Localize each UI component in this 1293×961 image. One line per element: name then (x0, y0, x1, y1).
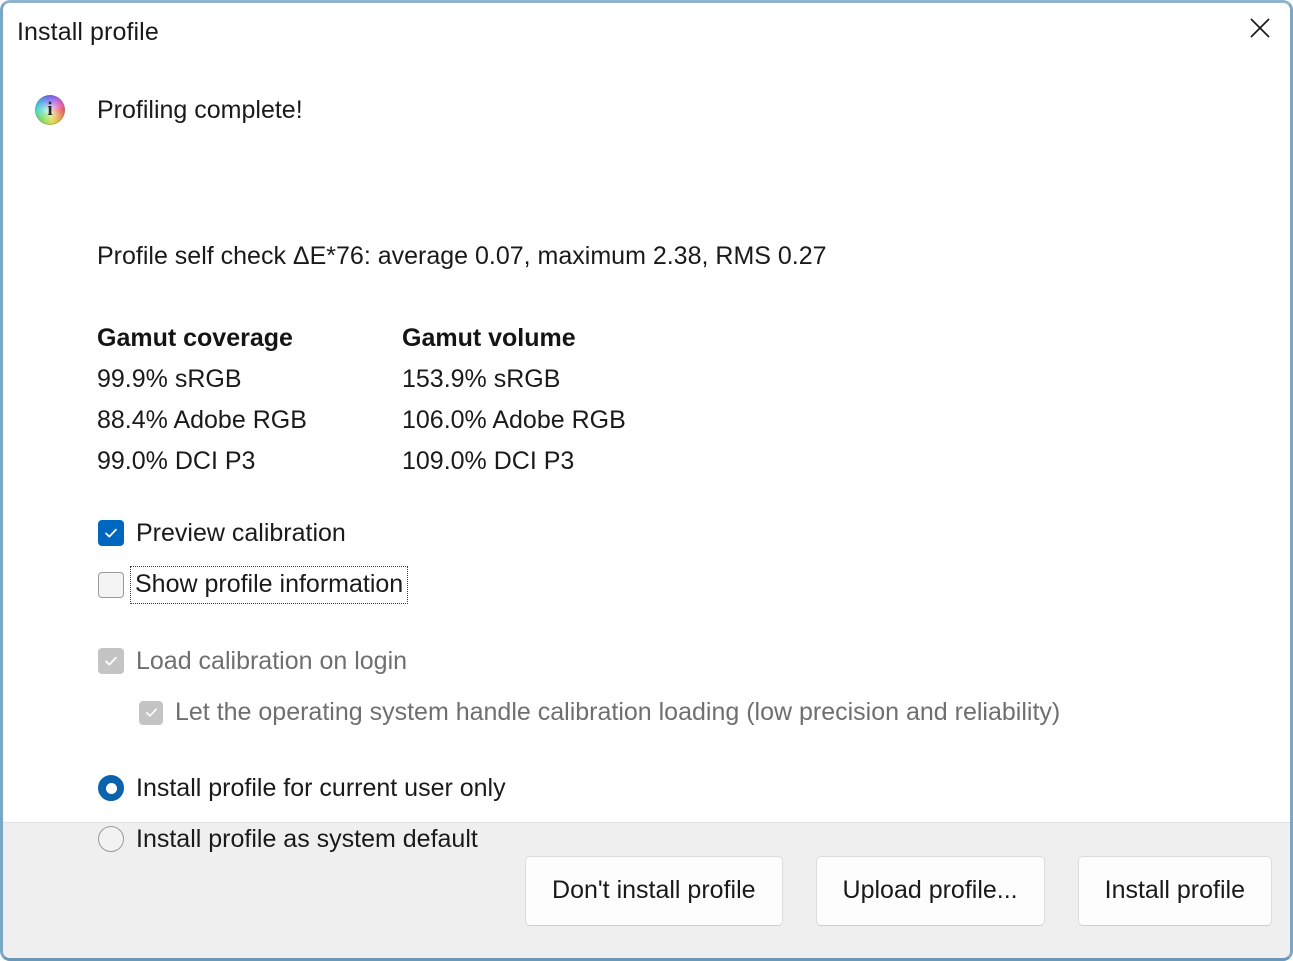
title-bar: Install profile (3, 3, 1290, 65)
checkbox-label[interactable]: Preview calibration (136, 521, 346, 546)
checkbox-label: Let the operating system handle calibrat… (175, 700, 1060, 725)
radio-button-unselected[interactable] (98, 826, 124, 852)
column-header: Gamut coverage (97, 318, 402, 359)
status-message: Profiling complete! (97, 96, 303, 125)
status-row: i Profiling complete! (3, 95, 303, 125)
checkbox-preview-calibration[interactable]: Preview calibration (98, 520, 346, 546)
gamut-value: 153.9% sRGB (402, 359, 626, 400)
gamut-value: 106.0% Adobe RGB (402, 400, 626, 441)
info-glyph: i (35, 95, 65, 125)
radio-label[interactable]: Install profile as system default (136, 827, 478, 852)
column-header: Gamut volume (402, 318, 626, 359)
checkbox-os-handle-calibration: Let the operating system handle calibrat… (139, 700, 1060, 725)
gamut-value: 109.0% DCI P3 (402, 441, 626, 482)
dont-install-profile-button[interactable]: Don't install profile (525, 856, 782, 926)
gamut-table: Gamut coverage 99.9% sRGB 88.4% Adobe RG… (97, 318, 626, 482)
install-profile-button[interactable]: Install profile (1078, 856, 1272, 926)
checkbox-box-unchecked[interactable] (98, 572, 124, 598)
checkbox-load-calibration-on-login: Load calibration on login (98, 648, 407, 674)
checkbox-box-disabled-checked (98, 648, 124, 674)
gamut-value: 88.4% Adobe RGB (97, 400, 402, 441)
radio-button-selected[interactable] (98, 775, 124, 801)
checkbox-label: Load calibration on login (136, 649, 407, 674)
checkbox-box-checked[interactable] (98, 520, 124, 546)
gamut-value: 99.0% DCI P3 (97, 441, 402, 482)
close-button[interactable] (1230, 3, 1290, 53)
color-wheel-info-icon: i (35, 95, 65, 125)
radio-label[interactable]: Install profile for current user only (136, 776, 506, 801)
dialog-title: Install profile (17, 18, 159, 47)
checkbox-show-profile-information[interactable]: Show profile information (98, 570, 404, 600)
checkbox-label[interactable]: Show profile information (134, 570, 404, 600)
dialog-content: i Profiling complete! Profile self check… (3, 65, 1290, 822)
radio-dot (106, 783, 117, 794)
self-check-text: Profile self check ΔE*76: average 0.07, … (97, 242, 827, 271)
checkmark-icon (103, 525, 119, 541)
gamut-volume-column: Gamut volume 153.9% sRGB 106.0% Adobe RG… (402, 318, 626, 482)
close-icon (1249, 17, 1271, 39)
install-profile-dialog: Install profile i Profiling complete! Pr… (0, 0, 1293, 961)
gamut-value: 99.9% sRGB (97, 359, 402, 400)
radio-install-system-default[interactable]: Install profile as system default (98, 826, 478, 852)
checkbox-box-disabled-checked (139, 701, 163, 725)
checkmark-icon (103, 653, 119, 669)
upload-profile-button[interactable]: Upload profile... (816, 856, 1045, 926)
gamut-coverage-column: Gamut coverage 99.9% sRGB 88.4% Adobe RG… (97, 318, 402, 482)
checkmark-icon (144, 705, 159, 720)
radio-install-current-user[interactable]: Install profile for current user only (98, 775, 506, 801)
